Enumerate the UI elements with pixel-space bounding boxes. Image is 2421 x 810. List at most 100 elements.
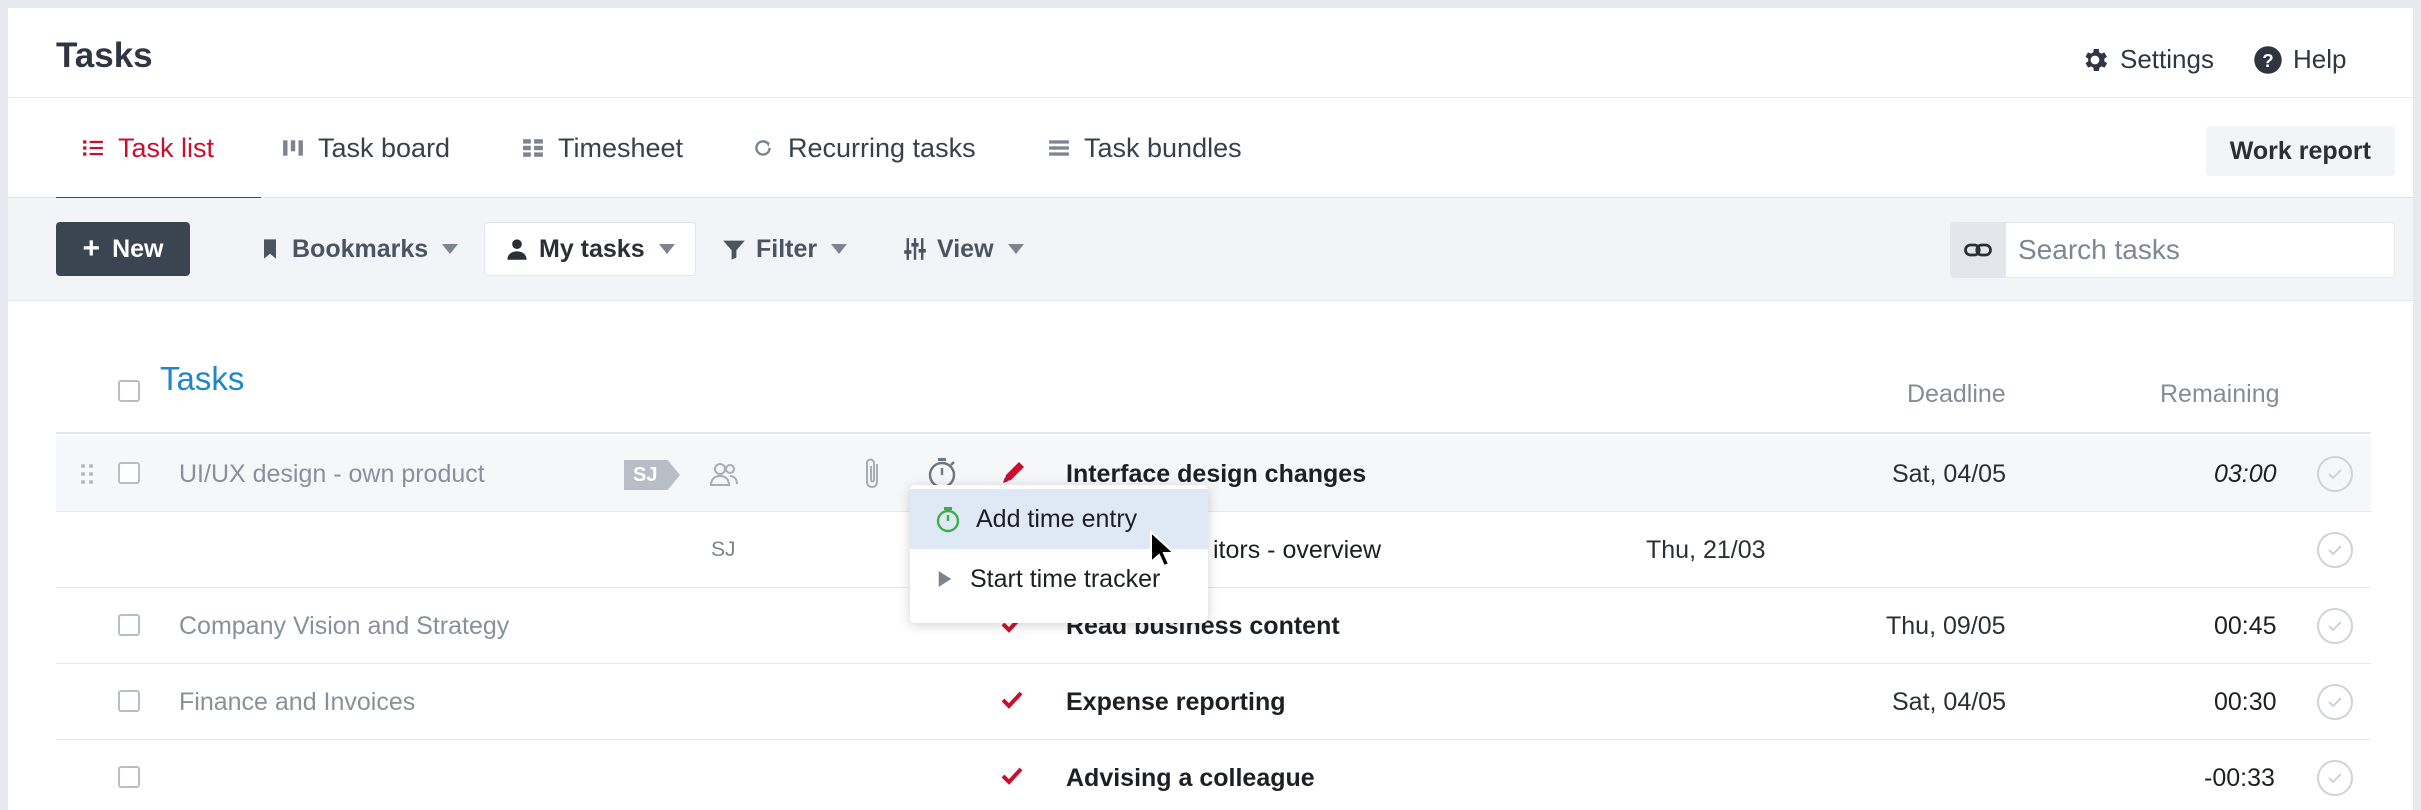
tab-task-list[interactable]: Task list: [56, 98, 261, 199]
tab-label: Recurring tasks: [788, 132, 976, 163]
tab-bar: Task list Task board Timesheet Recurring…: [8, 98, 2413, 199]
caret-down-icon: [442, 244, 459, 254]
refresh-icon: [755, 140, 771, 156]
section-title[interactable]: Tasks: [160, 360, 244, 398]
task-name[interactable]: Expense reporting: [1066, 664, 1286, 740]
deadline: Thu, 21/03: [1646, 535, 1766, 564]
remaining-time: 00:45: [2214, 611, 2277, 640]
table-row[interactable]: UI/UX design - own product SJ Interface …: [56, 436, 2371, 512]
work-report-button[interactable]: Work report: [2205, 126, 2395, 176]
top-bar: Tasks Settings ? Help: [8, 8, 2413, 98]
select-all-checkbox[interactable]: [118, 380, 140, 402]
row-checkbox[interactable]: [118, 766, 140, 788]
deadline: Sat, 04/05: [1892, 459, 2006, 488]
column-header-deadline[interactable]: Deadline: [1907, 380, 2006, 409]
check-icon: [2328, 773, 2342, 784]
caret-down-icon: [1007, 244, 1024, 254]
menu-item-label: Start time tracker: [970, 564, 1161, 593]
filter-label: Filter: [756, 234, 818, 263]
project-name[interactable]: UI/UX design - own product: [179, 436, 485, 512]
users-icon[interactable]: [708, 460, 740, 488]
bookmarks-dropdown[interactable]: Bookmarks: [258, 222, 459, 276]
settings-label: Settings: [2120, 44, 2214, 74]
row-checkbox[interactable]: [118, 614, 140, 636]
tab-task-board[interactable]: Task board: [282, 98, 450, 198]
table-row[interactable]: Advising a colleague -00:33: [56, 740, 2371, 810]
tab-label: Task board: [318, 132, 451, 163]
row-checkbox[interactable]: [118, 690, 140, 712]
view-label: View: [937, 234, 994, 263]
complete-task-button[interactable]: [2317, 608, 2353, 644]
help-icon: ?: [2254, 45, 2282, 74]
app-window: Tasks Settings ? Help Task list Task boa…: [8, 8, 2413, 810]
task-name[interactable]: itors - overview: [1213, 512, 1381, 588]
stopwatch-icon: [936, 507, 960, 533]
help-label: Help: [2293, 44, 2347, 74]
new-task-button[interactable]: + New: [56, 222, 190, 276]
remaining-time: -00:33: [2204, 763, 2275, 792]
timesheet-icon: [523, 139, 543, 157]
my-tasks-dropdown[interactable]: My tasks: [484, 222, 696, 276]
view-dropdown[interactable]: View: [903, 222, 1024, 276]
complete-task-button[interactable]: [2317, 760, 2353, 796]
complete-task-button[interactable]: [2317, 684, 2353, 720]
table-row[interactable]: Finance and Invoices Expense reporting S…: [56, 664, 2371, 740]
gear-icon: [2085, 48, 2108, 71]
bookmark-icon: [264, 239, 276, 259]
filter-icon: [723, 240, 745, 260]
new-label: New: [112, 234, 164, 263]
bundle-icon: [1049, 140, 1069, 156]
tab-timesheet[interactable]: Timesheet: [522, 98, 683, 198]
sliders-icon: [904, 238, 926, 260]
search-input[interactable]: [2006, 222, 2395, 278]
check-icon: [2328, 697, 2342, 708]
task-name[interactable]: Advising a colleague: [1066, 740, 1315, 810]
help-button[interactable]: ? Help: [2253, 44, 2346, 75]
row-checkbox[interactable]: [118, 462, 140, 484]
user-icon: [507, 239, 527, 260]
svg-text:?: ?: [2262, 49, 2273, 70]
column-header-remaining[interactable]: Remaining: [2160, 380, 2280, 409]
tab-label: Task list: [118, 132, 215, 163]
copy-link-button[interactable]: [1950, 222, 2006, 278]
check-icon: [2328, 621, 2342, 632]
list-icon: [83, 140, 103, 156]
complete-task-button[interactable]: [2317, 532, 2353, 568]
filter-dropdown[interactable]: Filter: [722, 222, 848, 276]
search-box: [1950, 222, 2395, 278]
complete-task-button[interactable]: [2317, 456, 2353, 492]
caret-down-icon: [831, 244, 848, 254]
assignee-initials: SJ: [711, 538, 736, 561]
plus-icon: +: [82, 232, 101, 265]
table-row[interactable]: Company Vision and Strategy Read busines…: [56, 588, 2371, 664]
tab-label: Task bundles: [1084, 132, 1242, 163]
tab-recurring-tasks[interactable]: Recurring tasks: [752, 98, 976, 198]
deadline: Thu, 09/05: [1886, 611, 2006, 640]
check-icon[interactable]: [1000, 764, 1024, 788]
menu-item-label: Add time entry: [976, 504, 1138, 533]
deadline: Sat, 04/05: [1892, 687, 2006, 716]
check-icon: [2328, 469, 2342, 480]
project-name[interactable]: Company Vision and Strategy: [179, 588, 509, 664]
play-icon: [938, 571, 952, 587]
remaining-time: 03:00: [2214, 459, 2277, 488]
bookmarks-label: Bookmarks: [292, 234, 429, 263]
table-row[interactable]: SJ itors - overview Thu, 21/03: [56, 512, 2371, 588]
remaining-time: 00:30: [2214, 687, 2277, 716]
check-icon[interactable]: [1000, 688, 1024, 712]
assignee-badge[interactable]: SJ: [624, 460, 680, 490]
toolbar: + New Bookmarks My tasks Filter View: [8, 198, 2413, 301]
mouse-cursor-icon: [1150, 530, 1175, 568]
tab-label: Timesheet: [558, 132, 684, 163]
pencil-icon[interactable]: [1000, 458, 1028, 486]
settings-button[interactable]: Settings: [2080, 44, 2214, 75]
tab-task-bundles[interactable]: Task bundles: [1048, 98, 1242, 198]
paperclip-icon[interactable]: [862, 456, 884, 492]
check-icon: [2328, 545, 2342, 556]
caret-down-icon: [658, 244, 675, 254]
project-name[interactable]: Finance and Invoices: [179, 664, 415, 740]
drag-handle-icon[interactable]: [80, 462, 94, 486]
table-header: Tasks Deadline Remaining: [56, 348, 2371, 434]
board-icon: [283, 140, 303, 156]
page-title: Tasks: [56, 36, 153, 75]
